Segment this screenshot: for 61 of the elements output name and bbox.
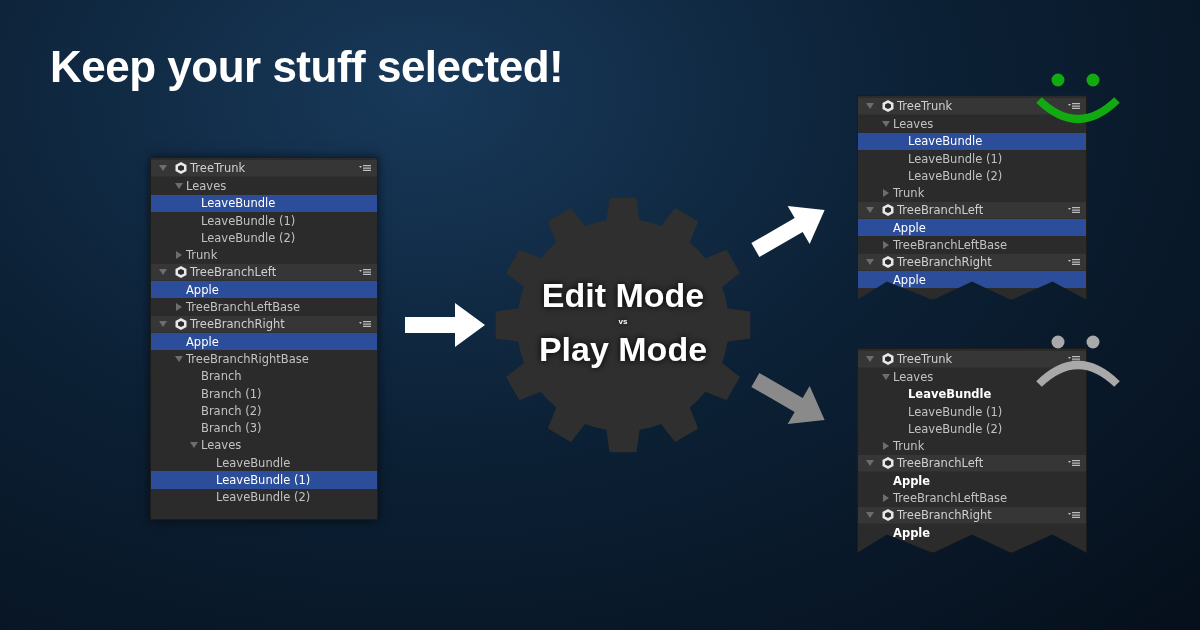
tree-item[interactable]: Leaves	[151, 436, 377, 455]
menu-icon	[1068, 102, 1080, 111]
tree-item[interactable]: TreeBranchRightBase	[151, 350, 377, 368]
tree-item[interactable]: Leaves	[151, 177, 377, 195]
tree-item[interactable]: LeaveBundle (1)	[858, 402, 1086, 421]
menu-icon	[359, 319, 371, 328]
scene-header[interactable]: TreeBranchRight	[858, 253, 1086, 271]
cube-icon	[175, 265, 187, 278]
cube-icon	[882, 255, 894, 268]
menu-icon	[1068, 510, 1080, 519]
cube-icon	[175, 317, 187, 330]
menu-icon	[359, 164, 371, 173]
tree-item[interactable]: LeaveBundle (1)	[151, 471, 377, 489]
tree-item[interactable]: LeaveBundle	[858, 132, 1086, 150]
tree-item[interactable]: TreeBranchLeftBase	[858, 489, 1086, 507]
mode-label: Play Mode	[538, 329, 708, 369]
mode-label: Edit Mode	[541, 275, 705, 315]
headline: Keep your stuff selected!	[50, 42, 564, 92]
scene-header[interactable]: TreeBranchRight	[858, 506, 1086, 524]
tree-item[interactable]: LeaveBundle (2)	[151, 488, 377, 506]
tree-item[interactable]: Leaves	[858, 115, 1086, 133]
tree-item[interactable]: LeaveBundle (2)	[858, 167, 1086, 185]
tree-item[interactable]: Branch	[151, 367, 377, 385]
menu-icon	[359, 267, 371, 276]
tree-item[interactable]: Branch (2)	[151, 402, 377, 420]
tree-item[interactable]: Trunk	[151, 246, 377, 264]
cube-icon	[175, 162, 187, 175]
tree-item[interactable]: TreeBranchLeftBase	[151, 298, 377, 316]
scene-header[interactable]: TreeBranchLeft	[151, 263, 377, 282]
cube-icon	[882, 100, 894, 113]
tree-item[interactable]: LeaveBundle	[151, 194, 377, 212]
tree-item[interactable]: Apple	[151, 281, 377, 299]
tree-item[interactable]: TreeBranchLeftBase	[858, 236, 1086, 254]
tree-item[interactable]: LeaveBundle	[151, 454, 377, 472]
tree-item[interactable]: LeaveBundle (1)	[151, 211, 377, 230]
scene-header[interactable]: TreeBranchLeft	[858, 201, 1086, 220]
tree-item[interactable]: Leaves	[858, 368, 1086, 386]
menu-icon	[1068, 205, 1080, 214]
scene-header[interactable]: TreeTrunk	[858, 351, 1086, 369]
tree-item[interactable]: Trunk	[858, 437, 1086, 455]
tree-item[interactable]: Apple	[858, 472, 1086, 490]
cube-icon	[882, 456, 894, 469]
scene-header[interactable]: TreeBranchLeft	[858, 454, 1086, 473]
tree-item[interactable]: Trunk	[858, 184, 1086, 202]
tree-item[interactable]: LeaveBundle	[858, 385, 1086, 403]
tree-item[interactable]: LeaveBundle (2)	[858, 420, 1086, 438]
vs-label: vs	[618, 316, 628, 328]
tree-item[interactable]: LeaveBundle (2)	[151, 229, 377, 247]
cube-icon	[882, 353, 894, 366]
scene-header[interactable]: TreeBranchRight	[151, 315, 377, 333]
tree-item[interactable]: Branch (1)	[151, 384, 377, 403]
tree-item[interactable]: LeaveBundle (1)	[858, 149, 1086, 168]
menu-icon	[1068, 458, 1080, 467]
tree-item[interactable]: Apple	[858, 219, 1086, 237]
menu-icon	[1068, 257, 1080, 266]
tree-item[interactable]: Apple	[858, 523, 1086, 542]
cube-icon	[882, 508, 894, 521]
scene-header[interactable]: TreeTrunk	[858, 98, 1086, 116]
scene-header[interactable]: TreeTrunk	[151, 160, 377, 178]
cube-icon	[882, 203, 894, 216]
tree-item[interactable]: Branch (3)	[151, 419, 377, 437]
